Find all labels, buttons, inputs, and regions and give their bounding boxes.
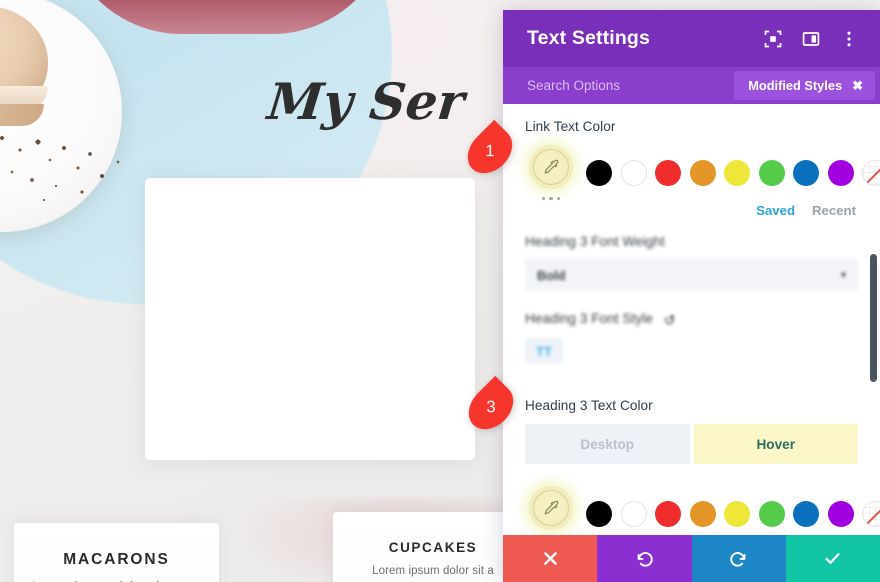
panel-header: Text Settings [503,10,880,67]
screenshot-root: My Ser MACARONS Lorem ipsum dolor sit am… [0,0,880,582]
eyedropper-swatch[interactable] [529,145,573,189]
more-colors-dots-icon[interactable] [541,197,561,201]
step-marker-number: 3 [486,397,496,416]
panel-header-icons [764,30,858,48]
panel-layout-icon[interactable] [802,30,820,48]
heading3-font-style-uppercase-button[interactable]: TT [525,338,563,365]
hero-white-card [145,178,475,460]
close-icon[interactable]: ✖ [852,79,863,92]
swatch-red[interactable] [655,501,681,528]
swatch-black[interactable] [586,501,612,528]
modified-styles-label: Modified Styles [748,78,843,93]
heading3-font-style-row: Heading 3 Font Style ↺ [525,311,858,329]
search-input[interactable] [527,67,735,104]
swatch-transparent[interactable] [862,501,880,528]
panel-action-bar [503,535,880,582]
swatch-blue[interactable] [793,501,819,528]
link-text-color-label: Link Text Color [525,119,616,134]
tab-desktop[interactable]: Desktop [525,424,690,465]
swatch-green[interactable] [758,501,785,528]
link-color-swatches [586,159,880,186]
heading3-color-swatches [586,501,880,528]
panel-body: Link Text Color Saved Recent Heading 3 F… [503,104,880,535]
heading3-text-color-state-tabs: Desktop Hover [525,424,858,465]
swatch-purple[interactable] [827,501,854,528]
heading3-text-color-swatch-row [525,486,880,535]
heading3-font-weight-value: Bold [537,267,566,283]
reset-icon[interactable]: ↺ [664,312,676,329]
saved-tab[interactable]: Saved [756,203,795,218]
swatch-transparent[interactable] [862,159,880,186]
search-bar: Modified Styles ✖ [503,67,880,104]
cancel-button[interactable] [503,535,598,582]
undo-button[interactable] [597,535,692,582]
link-color-picker-group [525,145,577,201]
modified-styles-badge[interactable]: Modified Styles ✖ [734,71,875,100]
swatch-yellow[interactable] [724,159,750,186]
link-text-color-swatch-row [525,145,880,201]
focus-target-icon[interactable] [764,30,782,48]
heading3-font-weight-select[interactable]: Bold ▾ [525,259,858,292]
swatch-red[interactable] [655,159,681,186]
swatch-orange[interactable] [689,159,716,186]
panel-scrollbar[interactable] [870,254,877,382]
text-settings-panel: Text Settings Search Options Modified St… [503,10,880,582]
swatch-white[interactable] [620,159,647,186]
cocoa-crumbs [0,128,160,224]
recent-tab[interactable]: Recent [812,203,856,218]
service-card-macarons: MACARONS Lorem ipsum dolor sit amet, [14,523,219,582]
tab-hover[interactable]: Hover [693,424,858,465]
step-marker-number: 1 [485,141,495,160]
swatch-purple[interactable] [827,159,854,186]
swatch-white[interactable] [620,501,647,528]
swatch-orange[interactable] [689,501,716,528]
swatch-yellow[interactable] [724,501,750,528]
eyedropper-swatch[interactable] [529,486,573,531]
heading3-font-weight-label: Heading 3 Font Weight [525,234,665,250]
save-button[interactable] [785,535,880,582]
heading3-text-color-label: Heading 3 Text Color [525,398,653,414]
redo-button[interactable] [691,535,786,582]
panel-title: Text Settings [527,27,650,49]
swatch-black[interactable] [586,159,612,186]
swatch-blue[interactable] [793,159,819,186]
chevron-down-icon: ▾ [840,269,846,281]
link-color-saved-recent: Saved Recent [525,203,858,218]
more-options-icon[interactable] [840,30,858,48]
heading3-color-picker-group [525,486,577,535]
heading3-font-style-label: Heading 3 Font Style [525,311,653,327]
swatch-green[interactable] [758,159,785,186]
hero-script-heading: My Ser [264,72,468,131]
service-card-title: MACARONS [63,551,170,568]
